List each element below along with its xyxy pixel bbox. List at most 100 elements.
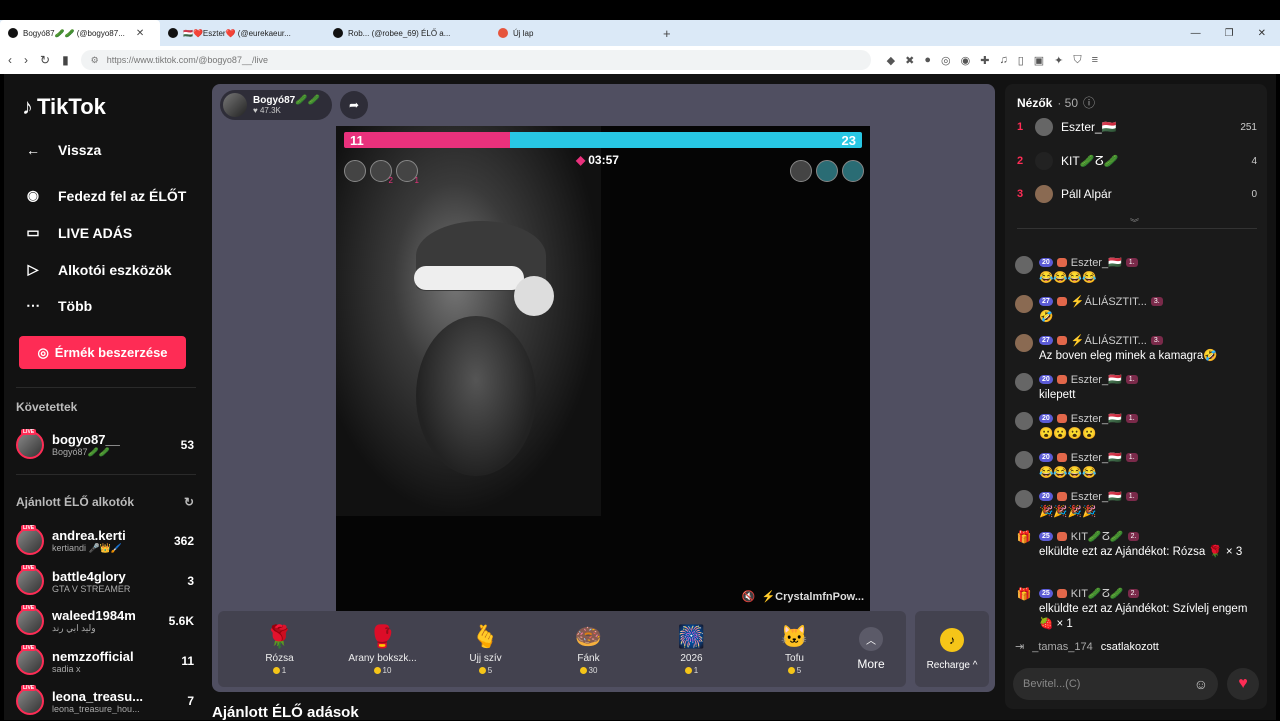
host-face-image	[416, 316, 536, 476]
chat-input[interactable]: Bevitel...(C) ☺	[1013, 668, 1218, 700]
puzzle-icon[interactable]: ✚	[980, 54, 989, 67]
gift-box-icon: 🎁	[1016, 530, 1032, 544]
gift-item[interactable]: 🌹 Rózsa 1	[228, 623, 331, 675]
nav-go-live[interactable]: ▭ LIVE ADÁS	[22, 224, 132, 241]
recommended-account[interactable]: LIVE leona_treasu... leona_treasure_hou..…	[16, 684, 194, 718]
coin-icon	[272, 667, 280, 674]
tab-label: Rob... (@robee_69) ÉLŐ a...	[348, 28, 451, 38]
close-icon[interactable]: ✕	[136, 28, 144, 39]
browser-tab-active[interactable]: Bogyó87🥒🥒 (@bogyo87... ✕	[0, 20, 160, 46]
gift-item[interactable]: 🍩 Fánk 30	[537, 623, 640, 675]
url-text: https://www.tiktok.com/@bogyo87__/live	[106, 55, 268, 65]
following-account[interactable]: LIVE bogyo87__ Bogyó87🥒🥒 53	[16, 428, 194, 462]
nav-creator-tools[interactable]: ▷ Alkotói eszközök	[22, 261, 172, 278]
fan-badge-icon	[1056, 336, 1067, 345]
browser-tab[interactable]: 🇭🇺❤️Eszter❤️ (@eurekaeur...	[160, 20, 325, 46]
browser-tab[interactable]: Rob... (@robee_69) ÉLŐ a...	[325, 20, 490, 46]
chat-panel: Nézők · 50 ⓘ 1 Eszter_🇭🇺 251 2 KIT🥒ⵒ🥒 4 3 …	[1005, 84, 1267, 709]
wallet-icon[interactable]: ▣	[1034, 54, 1044, 67]
nav-more[interactable]: ⋯ Több	[22, 297, 92, 314]
team-avatar[interactable]	[790, 160, 812, 182]
following-title: Követettek	[16, 400, 78, 414]
viewer-rank-row[interactable]: 2 KIT🥒ⵒ🥒 4	[1017, 148, 1257, 174]
opponent-label[interactable]: 🔇 ⚡CrystalmfnPow...	[742, 590, 864, 603]
info-icon[interactable]: ⓘ	[1083, 94, 1095, 111]
back-icon[interactable]: ‹	[8, 53, 12, 67]
gift-item[interactable]: 🫰 Ujj szív 5	[434, 623, 537, 675]
viewer-count: 362	[173, 534, 194, 548]
viewers-header: Nézők · 50 ⓘ	[1017, 94, 1096, 111]
minimize-icon[interactable]: —	[1191, 28, 1201, 39]
muted-speaker-icon[interactable]: 🔇	[742, 590, 756, 603]
chat-message: 20 Eszter_🇭🇺 1. kilepett	[1015, 373, 1260, 403]
host-video-feed	[336, 126, 601, 516]
recharge-button[interactable]: ♪ Recharge ^	[915, 611, 989, 687]
recommended-account[interactable]: LIVE waleed1984m وليد ابي رند 5.6K	[16, 604, 194, 638]
rose-icon: 🌹	[265, 624, 294, 649]
join-notice: ⇥ _tamas_174 csatlakozott	[1015, 640, 1159, 654]
team-avatar[interactable]	[842, 160, 864, 182]
avatar	[1015, 412, 1033, 430]
enter-icon: ⇥	[1015, 641, 1025, 653]
get-coins-button[interactable]: ◎ Érmék beszerzése	[19, 336, 186, 369]
live-video[interactable]: 11 23 ◆ 03:57 2 1 🔇 ⚡CrystalmfnPow...	[336, 126, 870, 611]
maximize-icon[interactable]: ❐	[1225, 28, 1234, 39]
window-controls: — ❐ ✕	[1191, 28, 1280, 39]
close-window-icon[interactable]: ✕	[1258, 28, 1266, 39]
new-year-icon: 🎆	[677, 624, 706, 649]
like-heart-button[interactable]: ♥	[1227, 668, 1259, 700]
music-icon[interactable]: ♫	[999, 54, 1007, 67]
bookmark-icon[interactable]: ▮	[62, 53, 69, 67]
chat-message: 20 Eszter_🇭🇺 1. 😮😮😮😮	[1015, 412, 1260, 442]
live-badge: LIVE	[21, 645, 37, 651]
shield-icon[interactable]: ⛉	[1073, 54, 1081, 67]
divider	[16, 387, 196, 388]
extension-icon[interactable]: ◆	[887, 54, 895, 67]
browser-tab[interactable]: Új lap	[490, 20, 655, 46]
sidebar-icon[interactable]: ▯	[1018, 54, 1024, 67]
viewer-rank-row[interactable]: 3 Páll Alpár 0	[1017, 181, 1257, 207]
host-info[interactable]: Bogyó87🥒🥒 ♥ 47.3K	[220, 90, 332, 120]
left-team-avatars: 2 1	[344, 160, 419, 185]
team-avatar[interactable]: 2	[370, 160, 393, 185]
gift-item[interactable]: 🎆 2026 1	[640, 623, 743, 675]
gift-message: 🎁 25 KIT🥒ⵒ🥒 2. elküldte ezt az Ajándékot: R…	[1016, 530, 1243, 558]
reload-icon[interactable]: ↻	[40, 53, 50, 67]
team-avatar[interactable]	[344, 160, 366, 182]
gift-item[interactable]: 🥊 Arany bokszk... 10	[331, 623, 434, 675]
recommended-account[interactable]: LIVE nemzzofficial sadia x 11	[16, 644, 194, 678]
more-gifts-button[interactable]: ︿ More	[846, 627, 896, 671]
sparkle-icon[interactable]: ✦	[1054, 54, 1063, 67]
divider	[16, 474, 196, 475]
live-badge: LIVE	[21, 605, 37, 611]
site-info-icon[interactable]: ⚙	[91, 55, 99, 66]
emoji-icon[interactable]: ☺	[1194, 676, 1208, 692]
recommended-account[interactable]: LIVE andrea.kerti kertiandi 🎤👑🖌️ 362	[16, 524, 194, 558]
santa-hat-brim	[414, 266, 524, 290]
menu-icon[interactable]: ≡	[1092, 54, 1098, 67]
forward-icon[interactable]: ›	[24, 53, 28, 67]
coin-icon	[684, 667, 692, 674]
extension-icon[interactable]: ◎	[941, 54, 951, 67]
tiktok-logo[interactable]: ♪ TikTok	[22, 94, 106, 120]
url-field[interactable]: ⚙ https://www.tiktok.com/@bogyo87__/live	[80, 50, 871, 70]
tab-label: 🇭🇺❤️Eszter❤️ (@eurekaeur...	[183, 28, 291, 38]
extension-icon[interactable]: ✖	[905, 54, 914, 67]
extension-icon[interactable]: ●	[924, 54, 931, 67]
recommended-account[interactable]: LIVE battle4glory GTA V STREAMER 3	[16, 564, 194, 598]
team-avatar[interactable]: 1	[396, 160, 419, 185]
avatar: LIVE	[16, 685, 44, 715]
new-tab-button[interactable]: +	[663, 26, 671, 41]
share-button[interactable]: ➦	[340, 91, 368, 119]
nav-back[interactable]: ← Vissza	[22, 142, 101, 158]
gift-item[interactable]: 🐱 Tofu 5	[743, 623, 846, 675]
viewer-count: 3	[187, 574, 194, 588]
viewer-rank-row[interactable]: 1 Eszter_🇭🇺 251	[1017, 114, 1257, 140]
coin-icon	[478, 667, 486, 674]
extension-icon[interactable]: ◉	[961, 54, 971, 67]
coin-icon	[787, 667, 795, 674]
gift-message: 🎁 25 KIT🥒ⵒ🥒 2. elküldte ezt az Ajándékot: S…	[1016, 587, 1248, 630]
team-avatar[interactable]	[816, 160, 838, 182]
nav-explore-live[interactable]: ◉ Fedezd fel az ÉLŐT	[22, 187, 186, 204]
refresh-icon[interactable]: ↻	[184, 495, 194, 509]
